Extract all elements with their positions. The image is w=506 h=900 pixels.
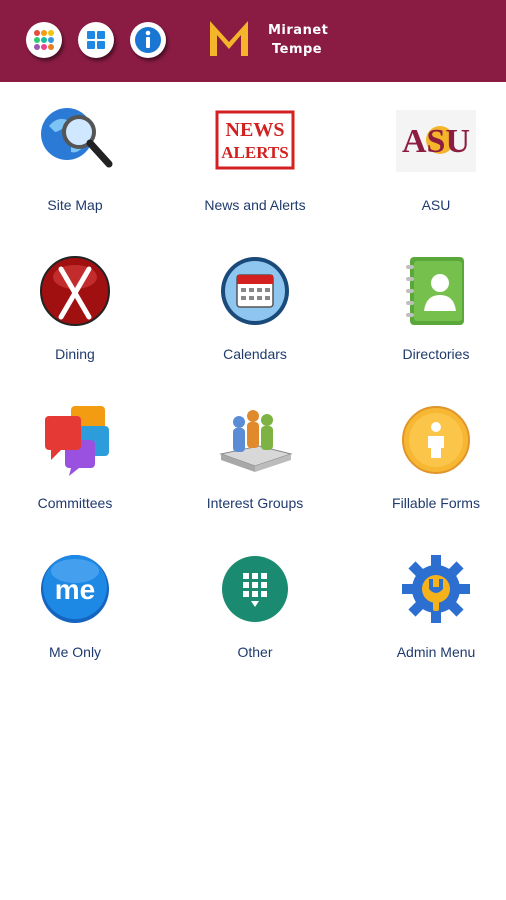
- tile-label: Committees: [37, 495, 113, 511]
- tile-label: Dining: [55, 346, 95, 362]
- chat-bubbles-icon: [45, 406, 109, 476]
- tile-label: Other: [237, 644, 273, 660]
- tile-label: Calendars: [223, 346, 287, 362]
- app-header: Miranet Tempe: [0, 0, 506, 82]
- tile-directories[interactable]: Directories: [352, 231, 506, 380]
- tile-interest-groups[interactable]: Interest Groups: [171, 380, 339, 529]
- tile-label: Directories: [402, 346, 470, 362]
- tile-label: Fillable Forms: [392, 495, 480, 511]
- info-button[interactable]: [130, 22, 166, 58]
- tile-site-map[interactable]: Site Map: [0, 82, 159, 231]
- windows-icon: [87, 31, 105, 49]
- apps-icon: [34, 30, 54, 50]
- globe-magnifier-icon: [41, 108, 113, 168]
- info-icon: [135, 27, 161, 53]
- people-puzzle-icon: [219, 410, 293, 472]
- tile-dining[interactable]: Dining: [0, 231, 159, 380]
- tile-me-only[interactable]: me Me Only: [0, 529, 159, 678]
- stamp-line1: NEWS: [226, 119, 285, 141]
- tile-calendars[interactable]: Calendars: [171, 231, 339, 380]
- asu-logo-icon: ASU: [396, 110, 476, 172]
- tile-label: ASU: [421, 197, 451, 213]
- tile-news-and-alerts[interactable]: NEWS ALERTS News and Alerts: [171, 82, 339, 231]
- fork-knife-icon: [40, 256, 110, 326]
- person-badge-icon: [402, 406, 470, 474]
- me-logo-text: me: [55, 574, 95, 605]
- address-book-icon: [406, 257, 464, 325]
- tile-fillable-forms[interactable]: Fillable Forms: [352, 380, 506, 529]
- tile-label: Site Map: [47, 197, 103, 213]
- windows-button[interactable]: [78, 22, 114, 58]
- brand-title: Miranet Tempe: [268, 21, 328, 59]
- apps-button[interactable]: [26, 22, 62, 58]
- tile-asu[interactable]: ASU ASU: [352, 82, 506, 231]
- tile-other[interactable]: Other: [171, 529, 339, 678]
- news-alerts-stamp-icon: NEWS ALERTS: [215, 110, 295, 170]
- tile-label: News and Alerts: [204, 197, 306, 213]
- tile-label: Admin Menu: [396, 644, 476, 660]
- me-icon: me: [41, 555, 109, 623]
- tile-label: Interest Groups: [206, 495, 304, 511]
- tile-admin-menu[interactable]: Admin Menu: [352, 529, 506, 678]
- miranet-logo: [210, 21, 248, 56]
- brand-line2: Tempe: [272, 42, 323, 57]
- tile-committees[interactable]: Committees: [0, 380, 159, 529]
- brand-line1: Miranet: [268, 23, 329, 38]
- asu-logo-text: ASU: [402, 123, 470, 160]
- gear-wrench-icon: [402, 555, 470, 623]
- stamp-line2: ALERTS: [221, 143, 288, 162]
- tile-label: Me Only: [48, 644, 102, 660]
- calendar-icon: [221, 257, 289, 325]
- app-grid-icon: [222, 556, 288, 622]
